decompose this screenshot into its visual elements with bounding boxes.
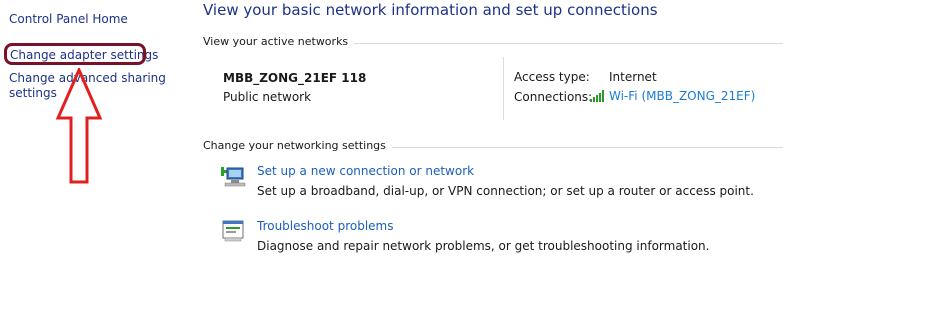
setup-connection-link[interactable]: Set up a new connection or network (257, 164, 474, 178)
main-content: View your basic network information and … (190, 0, 947, 334)
nav-change-advanced-sharing-settings[interactable]: Change advanced sharing settings (9, 71, 169, 101)
vertical-divider (503, 57, 504, 120)
troubleshoot-description: Diagnose and repair network problems, or… (257, 239, 710, 253)
page-title: View your basic network information and … (203, 1, 658, 19)
troubleshoot-icon (222, 220, 244, 242)
nav-control-panel-home[interactable]: Control Panel Home (9, 12, 128, 27)
active-networks-header: View your active networks (203, 35, 355, 48)
network-name: MBB_ZONG_21EF 118 (223, 71, 367, 85)
new-connection-icon (221, 167, 246, 187)
wifi-connection-name[interactable]: Wi-Fi (MBB_ZONG_21EF) (609, 89, 755, 103)
wifi-connection-link[interactable]: Wi-Fi (MBB_ZONG_21EF) (590, 89, 755, 103)
access-type-value: Internet (609, 70, 657, 84)
connections-label: Connections: (514, 90, 593, 104)
nav-change-adapter-settings[interactable]: Change adapter settings (10, 48, 158, 63)
access-type-label: Access type: (514, 70, 590, 84)
setup-connection-description: Set up a broadband, dial-up, or VPN conn… (257, 184, 754, 198)
troubleshoot-link[interactable]: Troubleshoot problems (257, 219, 393, 233)
change-settings-header: Change your networking settings (203, 139, 392, 152)
left-nav: Control Panel Home Change adapter settin… (0, 0, 190, 334)
network-sharing-center: Control Panel Home Change adapter settin… (0, 0, 947, 334)
network-type[interactable]: Public network (223, 90, 311, 104)
wifi-signal-icon (590, 90, 604, 102)
